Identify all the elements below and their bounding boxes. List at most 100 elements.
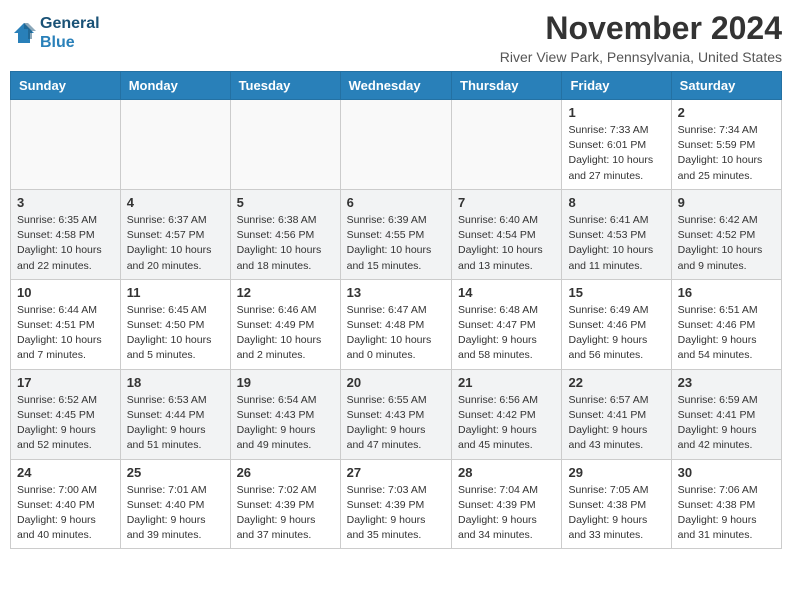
calendar-cell [11,100,121,190]
calendar-cell: 26 Sunrise: 7:02 AMSunset: 4:39 PMDayligh… [230,459,340,549]
calendar-cell: 17Sunrise: 6:52 AMSunset: 4:45 PMDayligh… [11,369,121,459]
day-info: Sunrise: 6:47 AMSunset: 4:48 PMDaylight:… [347,303,445,364]
day-info: Sunrise: 6:38 AMSunset: 4:56 PMDaylight:… [237,213,334,274]
day-number: 29 [568,465,664,480]
day-info: Sunrise: 6:42 AMSunset: 4:52 PMDaylight:… [678,213,775,274]
day-number: 18 [127,375,224,390]
day-number: 25 [127,465,224,480]
day-number: 10 [17,285,114,300]
day-info: Sunrise: 6:45 AMSunset: 4:50 PMDaylight:… [127,303,224,364]
day-info: Sunrise: 7:02 AMSunset: 4:39 PMDaylight:… [237,483,334,544]
day-number: 26 [237,465,334,480]
title-area: November 2024 River View Park, Pennsylva… [500,10,782,65]
day-number: 14 [458,285,555,300]
calendar: SundayMondayTuesdayWednesdayThursdayFrid… [10,71,782,549]
calendar-cell: 23 Sunrise: 6:59 AMSunset: 4:41 PMDayligh… [671,369,781,459]
day-info: Sunrise: 6:35 AMSunset: 4:58 PMDaylight:… [17,213,114,274]
day-number: 3 [17,195,114,210]
calendar-cell: 15Sunrise: 6:49 AMSunset: 4:46 PMDayligh… [562,279,671,369]
week-row-3: 10 Sunrise: 6:44 AMSunset: 4:51 PMDayligh… [11,279,782,369]
calendar-cell: 18 Sunrise: 6:53 AMSunset: 4:44 PMDayligh… [120,369,230,459]
day-number: 24 [17,465,114,480]
logo-icon [10,19,38,47]
day-info: Sunrise: 6:53 AMSunset: 4:44 PMDaylight:… [127,393,224,454]
day-number: 22 [568,375,664,390]
calendar-cell: 25Sunrise: 7:01 AMSunset: 4:40 PMDayligh… [120,459,230,549]
calendar-cell: 1 Sunrise: 7:33 AMSunset: 6:01 PMDaylight… [562,100,671,190]
day-info: Sunrise: 6:57 AMSunset: 4:41 PMDaylight:… [568,393,664,454]
day-info: Sunrise: 6:59 AMSunset: 4:41 PMDaylight:… [678,393,775,454]
day-number: 13 [347,285,445,300]
calendar-cell: 30Sunrise: 7:06 AMSunset: 4:38 PMDayligh… [671,459,781,549]
day-number: 23 [678,375,775,390]
day-info: Sunrise: 6:48 AMSunset: 4:47 PMDaylight:… [458,303,555,364]
day-info: Sunrise: 6:40 AMSunset: 4:54 PMDaylight:… [458,213,555,274]
calendar-cell: 5Sunrise: 6:38 AMSunset: 4:56 PMDaylight… [230,189,340,279]
day-number: 21 [458,375,555,390]
day-number: 7 [458,195,555,210]
day-info: Sunrise: 6:51 AMSunset: 4:46 PMDaylight:… [678,303,775,364]
calendar-cell: 21 Sunrise: 6:56 AMSunset: 4:42 PMDayligh… [452,369,562,459]
dow-friday: Friday [562,72,671,100]
day-number: 12 [237,285,334,300]
calendar-cell [230,100,340,190]
page-header: General Blue November 2024 River View Pa… [10,10,782,65]
day-number: 30 [678,465,775,480]
day-number: 8 [568,195,664,210]
day-info: Sunrise: 6:41 AMSunset: 4:53 PMDaylight:… [568,213,664,274]
calendar-cell: 24Sunrise: 7:00 AMSunset: 4:40 PMDayligh… [11,459,121,549]
calendar-cell: 14 Sunrise: 6:48 AMSunset: 4:47 PMDayligh… [452,279,562,369]
calendar-cell [120,100,230,190]
dow-thursday: Thursday [452,72,562,100]
calendar-cell: 2 Sunrise: 7:34 AMSunset: 5:59 PMDaylight… [671,100,781,190]
day-number: 1 [568,105,664,120]
day-info: Sunrise: 7:33 AMSunset: 6:01 PMDaylight:… [568,123,664,184]
calendar-cell [452,100,562,190]
calendar-cell: 13 Sunrise: 6:47 AMSunset: 4:48 PMDayligh… [340,279,451,369]
day-number: 6 [347,195,445,210]
day-number: 28 [458,465,555,480]
location: River View Park, Pennsylvania, United St… [500,49,782,65]
week-row-1: 1 Sunrise: 7:33 AMSunset: 6:01 PMDaylight… [11,100,782,190]
calendar-cell: 22 Sunrise: 6:57 AMSunset: 4:41 PMDayligh… [562,369,671,459]
calendar-cell: 10 Sunrise: 6:44 AMSunset: 4:51 PMDayligh… [11,279,121,369]
week-row-4: 17Sunrise: 6:52 AMSunset: 4:45 PMDayligh… [11,369,782,459]
week-row-2: 3 Sunrise: 6:35 AMSunset: 4:58 PMDaylight… [11,189,782,279]
calendar-cell [340,100,451,190]
day-info: Sunrise: 6:56 AMSunset: 4:42 PMDaylight:… [458,393,555,454]
calendar-cell: 4 Sunrise: 6:37 AMSunset: 4:57 PMDaylight… [120,189,230,279]
calendar-cell: 9 Sunrise: 6:42 AMSunset: 4:52 PMDaylight… [671,189,781,279]
calendar-cell: 7 Sunrise: 6:40 AMSunset: 4:54 PMDaylight… [452,189,562,279]
day-number: 27 [347,465,445,480]
day-info: Sunrise: 7:34 AMSunset: 5:59 PMDaylight:… [678,123,775,184]
calendar-cell: 19 Sunrise: 6:54 AMSunset: 4:43 PMDayligh… [230,369,340,459]
calendar-cell: 28Sunrise: 7:04 AMSunset: 4:39 PMDayligh… [452,459,562,549]
day-info: Sunrise: 6:39 AMSunset: 4:55 PMDaylight:… [347,213,445,274]
day-info: Sunrise: 6:46 AMSunset: 4:49 PMDaylight:… [237,303,334,364]
dow-monday: Monday [120,72,230,100]
dow-saturday: Saturday [671,72,781,100]
day-number: 9 [678,195,775,210]
day-number: 4 [127,195,224,210]
calendar-cell: 12 Sunrise: 6:46 AMSunset: 4:49 PMDayligh… [230,279,340,369]
day-number: 19 [237,375,334,390]
calendar-cell: 11 Sunrise: 6:45 AMSunset: 4:50 PMDayligh… [120,279,230,369]
dow-sunday: Sunday [11,72,121,100]
day-info: Sunrise: 6:54 AMSunset: 4:43 PMDaylight:… [237,393,334,454]
week-row-5: 24Sunrise: 7:00 AMSunset: 4:40 PMDayligh… [11,459,782,549]
calendar-cell: 16Sunrise: 6:51 AMSunset: 4:46 PMDayligh… [671,279,781,369]
calendar-cell: 27 Sunrise: 7:03 AMSunset: 4:39 PMDayligh… [340,459,451,549]
day-info: Sunrise: 6:55 AMSunset: 4:43 PMDaylight:… [347,393,445,454]
calendar-cell: 8 Sunrise: 6:41 AMSunset: 4:53 PMDaylight… [562,189,671,279]
day-info: Sunrise: 6:49 AMSunset: 4:46 PMDaylight:… [568,303,664,364]
day-info: Sunrise: 6:37 AMSunset: 4:57 PMDaylight:… [127,213,224,274]
logo: General Blue [10,14,100,52]
day-info: Sunrise: 6:44 AMSunset: 4:51 PMDaylight:… [17,303,114,364]
dow-tuesday: Tuesday [230,72,340,100]
calendar-cell: 6 Sunrise: 6:39 AMSunset: 4:55 PMDaylight… [340,189,451,279]
day-number: 2 [678,105,775,120]
day-info: Sunrise: 6:52 AMSunset: 4:45 PMDaylight:… [17,393,114,454]
dow-wednesday: Wednesday [340,72,451,100]
day-info: Sunrise: 7:03 AMSunset: 4:39 PMDaylight:… [347,483,445,544]
day-number: 11 [127,285,224,300]
